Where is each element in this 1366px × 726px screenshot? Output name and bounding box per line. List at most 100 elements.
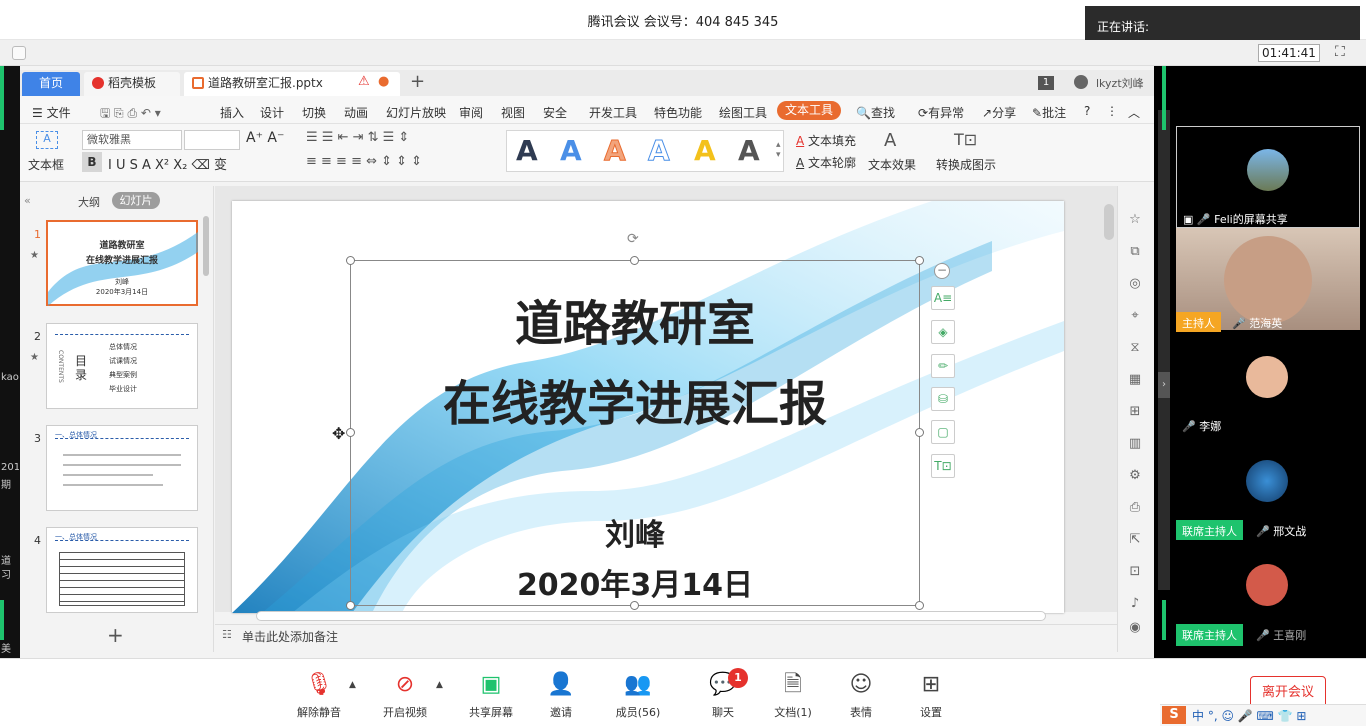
unmute-button[interactable]: 🎙 解除静音 bbox=[284, 672, 354, 720]
search-button[interactable]: 🔍查找 bbox=[856, 104, 895, 121]
video-button[interactable]: ⊘ 开启视频 bbox=[370, 672, 440, 720]
resize-handle[interactable] bbox=[915, 256, 924, 265]
grid-tool-icon[interactable]: ⊞ bbox=[1127, 404, 1143, 420]
text-fill-button[interactable]: A 文本填充 bbox=[796, 132, 856, 149]
menu-insert[interactable]: 插入 bbox=[220, 104, 244, 121]
convert-diagram-button[interactable]: 转换成图示 bbox=[936, 156, 996, 173]
gallery-scroll-icon[interactable]: ▴ ▾ bbox=[776, 140, 781, 160]
text-effect-button[interactable]: 文本效果 bbox=[868, 156, 916, 173]
participant-tile[interactable]: 主持人 🎤 范海英 bbox=[1176, 228, 1360, 334]
participant-tile[interactable]: 🎤 李娜 bbox=[1176, 332, 1360, 434]
comment-button[interactable]: ✎批注 bbox=[1032, 104, 1066, 121]
settings-tool-icon[interactable]: ⚙ bbox=[1127, 468, 1143, 484]
pen-icon[interactable]: ✏ bbox=[931, 354, 955, 378]
style-a3[interactable]: A bbox=[604, 132, 627, 170]
style-a6[interactable]: A bbox=[738, 132, 760, 170]
style-a5[interactable]: A bbox=[694, 132, 716, 170]
vertical-scrollbar[interactable] bbox=[1104, 204, 1114, 240]
menu-view[interactable]: 视图 bbox=[501, 104, 525, 121]
shape-tool-icon[interactable]: ◎ bbox=[1127, 276, 1143, 292]
textbox-icon[interactable]: A bbox=[36, 131, 58, 149]
slide-thumb-4[interactable]: 一、总体情况 bbox=[46, 527, 198, 613]
style-a4[interactable]: A bbox=[648, 132, 671, 170]
participant-tile[interactable]: 联席主持人 🎤 王喜刚 bbox=[1176, 540, 1360, 646]
tab-outline[interactable]: 大纲 bbox=[78, 194, 100, 210]
settings-button[interactable]: ⊞ 设置 bbox=[896, 672, 966, 720]
reactions-button[interactable]: ☺ 表情 bbox=[826, 672, 896, 720]
slide-author[interactable]: 刘峰 bbox=[350, 510, 920, 554]
layers-icon[interactable]: ◈ bbox=[931, 320, 955, 344]
notes-placeholder[interactable]: 单击此处添加备注 bbox=[242, 628, 338, 645]
notes-area[interactable] bbox=[215, 624, 1117, 648]
font-size-select[interactable] bbox=[184, 130, 240, 150]
collapse-icon[interactable]: ︿ bbox=[1128, 104, 1140, 121]
changes-button[interactable]: ⟳有异常 bbox=[918, 104, 964, 121]
slide-date[interactable]: 2020年3月14日 bbox=[350, 560, 920, 604]
table-tool-icon[interactable]: ▦ bbox=[1127, 372, 1143, 388]
audio-tool-icon[interactable]: ♪ bbox=[1127, 596, 1143, 612]
resize-handle[interactable] bbox=[346, 256, 355, 265]
menu-devtools[interactable]: 开发工具 bbox=[589, 104, 637, 121]
mic-options-icon[interactable]: ▲ bbox=[349, 680, 356, 690]
textbox-button[interactable]: 文本框 bbox=[28, 156, 64, 173]
tab-home[interactable]: 首页 bbox=[22, 72, 80, 96]
panel-scrollbar[interactable] bbox=[203, 216, 209, 276]
menu-security[interactable]: 安全 bbox=[543, 104, 567, 121]
text-box-tool-icon[interactable]: T⊡ bbox=[931, 454, 955, 478]
chart-tool-icon[interactable]: ▥ bbox=[1127, 436, 1143, 452]
user-avatar[interactable] bbox=[1074, 75, 1088, 89]
menu-animation[interactable]: 动画 bbox=[344, 104, 368, 121]
participant-tile[interactable]: ▣ 🎤 Feli的屏幕共享 bbox=[1176, 126, 1360, 228]
tab-slides[interactable]: 幻灯片 bbox=[112, 192, 160, 209]
rotate-handle-icon[interactable]: ⟳ bbox=[627, 231, 639, 247]
export-tool-icon[interactable]: ⇱ bbox=[1127, 532, 1143, 548]
slide-thumb-1[interactable]: 道路教研室 在线教学进展汇报 刘峰 2020年3月14日 bbox=[46, 220, 198, 306]
list-format-icons[interactable]: ☰ ☰ ⇤ ⇥ ⇅ ☰ ⇕ bbox=[306, 130, 409, 145]
quick-access-icons[interactable]: 🖫 ⎘ ⎙ ↶ ▾ bbox=[100, 104, 161, 125]
collapse-toolbar-icon[interactable]: − bbox=[934, 263, 950, 279]
menu-texttool[interactable]: 文本工具 bbox=[777, 101, 841, 120]
font-family-select[interactable]: 微软雅黑 bbox=[82, 130, 182, 150]
star-tool-icon[interactable]: ☆ bbox=[1127, 212, 1143, 228]
panel-collapse-icon[interactable]: « bbox=[24, 194, 31, 207]
nav-tool-icon[interactable]: ◉ bbox=[1127, 620, 1143, 636]
collapse-panel-icon[interactable]: › bbox=[1158, 372, 1170, 398]
copy-tool-icon[interactable]: ⧉ bbox=[1127, 244, 1143, 260]
location-tool-icon[interactable]: ⌖ bbox=[1127, 308, 1143, 324]
style-a2[interactable]: A bbox=[560, 132, 582, 170]
slide-thumb-3[interactable]: 一、总体情况 bbox=[46, 425, 198, 511]
image-tool-icon[interactable]: ⊡ bbox=[1127, 564, 1143, 580]
members-button[interactable]: 👥 成员(56) bbox=[603, 672, 673, 720]
menu-transition[interactable]: 切换 bbox=[302, 104, 326, 121]
bold-button[interactable]: B bbox=[82, 152, 102, 172]
font-grow-icon[interactable]: A⁺ A⁻ bbox=[246, 130, 284, 146]
menu-file[interactable]: ☰ 文件 bbox=[32, 104, 71, 121]
print-tool-icon[interactable]: ⎙ bbox=[1127, 500, 1143, 516]
layer-tool-icon[interactable]: ⧖ bbox=[1127, 340, 1143, 356]
slide-title[interactable]: 道路教研室 bbox=[350, 284, 920, 354]
fill-bucket-icon[interactable]: ⛁ bbox=[931, 387, 955, 411]
slide-thumb-2[interactable]: CONTENTS 目 录 总体情况 试课情况 典型案例 毕业设计 bbox=[46, 323, 198, 409]
ime-status[interactable]: 中 °, ☺ 🎤 ⌨ 👕 ⊞ bbox=[1192, 707, 1306, 724]
menu-features[interactable]: 特色功能 bbox=[654, 104, 702, 121]
horizontal-scrollbar[interactable] bbox=[256, 611, 1046, 621]
text-style-icon[interactable]: A≡ bbox=[931, 286, 955, 310]
user-name[interactable]: lkyzt刘峰 bbox=[1096, 75, 1144, 91]
menu-design[interactable]: 设计 bbox=[260, 104, 284, 121]
style-a1[interactable]: A bbox=[516, 132, 538, 170]
menu-drawing[interactable]: 绘图工具 bbox=[719, 104, 767, 121]
text-outline-button[interactable]: A 文本轮廓 bbox=[796, 154, 856, 171]
docs-button[interactable]: 🗎 文档(1) bbox=[758, 672, 828, 720]
slide-subtitle[interactable]: 在线教学进展汇报 bbox=[350, 364, 920, 434]
resize-handle[interactable] bbox=[630, 256, 639, 265]
participant-tile[interactable]: 联席主持人 🎤 邢文战 bbox=[1176, 436, 1360, 542]
menu-review[interactable]: 审阅 bbox=[459, 104, 483, 121]
text-format-icons[interactable]: I U S A X² X₂ ⌫ 变 bbox=[108, 154, 227, 173]
add-slide-button[interactable]: + bbox=[107, 623, 124, 647]
sogou-logo-icon[interactable]: S bbox=[1162, 706, 1186, 724]
share-screen-button[interactable]: ▣ 共享屏幕 bbox=[456, 672, 526, 720]
border-icon[interactable]: ▢ bbox=[931, 420, 955, 444]
fullscreen-icon[interactable]: ⛶ bbox=[1335, 44, 1351, 60]
help-button[interactable]: ? bbox=[1084, 104, 1090, 118]
align-icons[interactable]: ≡ ≡ ≡ ≡ ⇔ ⇕ ⇕ ⇕ bbox=[306, 154, 422, 169]
